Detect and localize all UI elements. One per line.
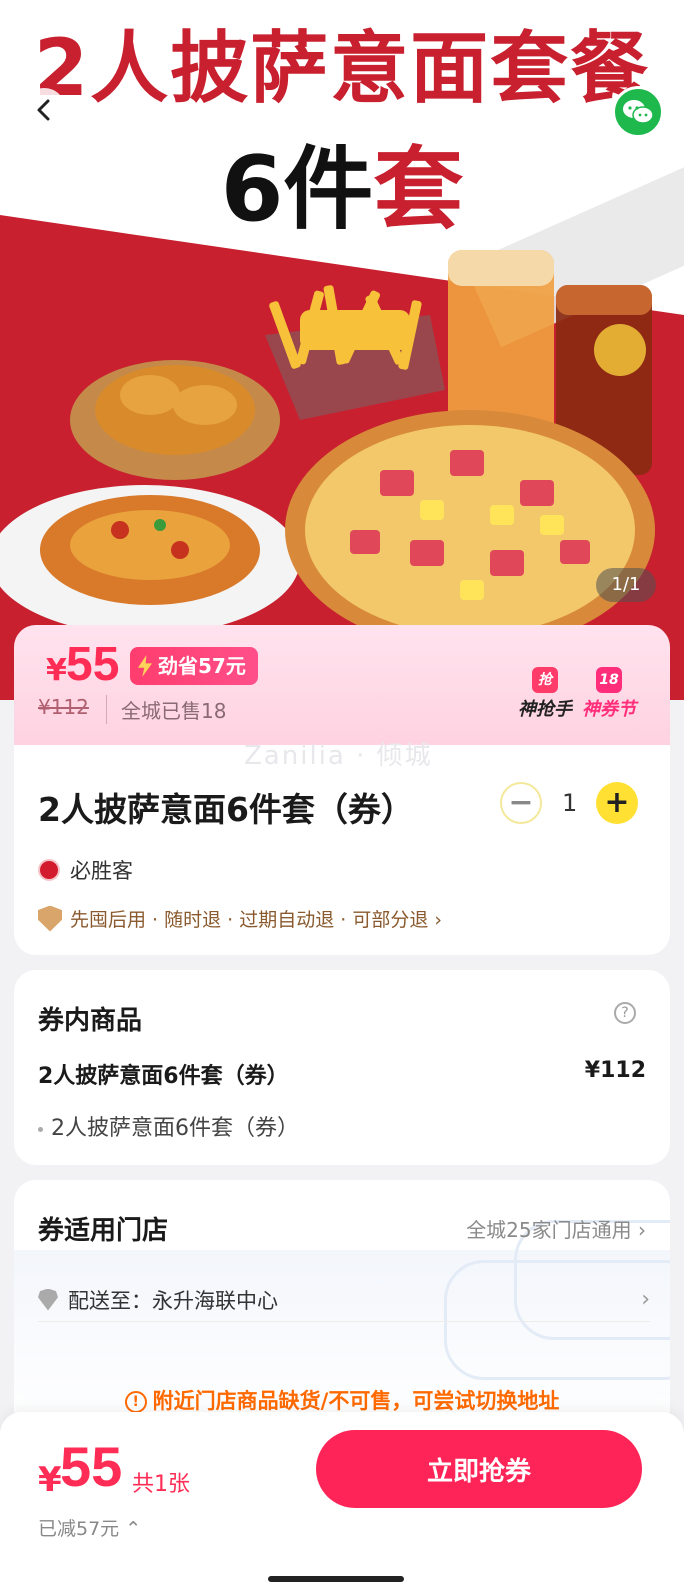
bottom-voucher-count: 共1张 [132, 1472, 190, 1497]
back-button[interactable] [22, 88, 66, 132]
quantity-increase-button[interactable]: + [596, 782, 638, 824]
hero-banner: 2人披萨意面套餐 6件套 1/1 [0, 0, 684, 700]
sold-count: 全城已售18 [106, 695, 226, 724]
brand-row[interactable]: 必胜客 [38, 855, 133, 885]
coupon-18-icon: 18 [596, 667, 622, 693]
price-value: 55 [66, 638, 120, 691]
bottom-saved-detail[interactable]: 已减57元 ⌃ [38, 1514, 141, 1541]
promo-shenquanjie-label: 神券节 [582, 699, 636, 720]
brand-name: 必胜客 [70, 859, 133, 883]
wechat-icon [623, 100, 654, 124]
promo-shenqiangshou-label: 神抢手 [518, 699, 572, 720]
voucher-item-sub-label: 2人披萨意面6件套（券） [51, 1116, 299, 1141]
home-indicator [268, 1576, 404, 1582]
voucher-content-title: 券内商品 [38, 1006, 143, 1036]
stock-warning: ! 附近门店商品缺货/不可售，可尝试切换地址 [14, 1385, 670, 1415]
help-icon[interactable]: ? [614, 1002, 636, 1024]
stores-title: 券适用门店 [38, 1216, 169, 1246]
save-badge-label: 劲省57元 [158, 654, 246, 678]
qiang-icon: 抢 [532, 667, 558, 693]
bottom-action-bar: ¥ 55 共1张 已减57元 ⌃ 立即抢券 [0, 1412, 684, 1596]
save-badge: 劲省57元 [130, 647, 258, 685]
fries [269, 285, 422, 370]
product-card: Zanilia · 倾城 2人披萨意面6件套（券） − 1 + 必胜客 先囤后用… [14, 741, 670, 955]
bottom-price-value: 55 [60, 1435, 123, 1498]
price-card: ¥ 55 劲省57元 ¥112 全城已售18 抢 神抢手 18 神券节 [14, 625, 670, 745]
quantity-decrease-button[interactable]: − [500, 782, 542, 824]
pizza-hut-logo-icon [38, 859, 60, 881]
promo-shenquanjie: 18 神券节 [582, 667, 636, 721]
guarantee-text: 先囤后用 · 随时退 · 过期自动退 · 可部分退 › [70, 909, 442, 931]
cola-ice [556, 285, 652, 315]
stores-card: 券适用门店 全城25家门店通用 › 配送至：永升海联中心 › ! 附近门店商品缺货… [14, 1180, 670, 1440]
stock-warning-text: 附近门店商品缺货/不可售，可尝试切换地址 [152, 1389, 560, 1413]
hero-title-line1: 2人披萨意面套餐 [33, 24, 651, 114]
bottom-price-currency: ¥ [38, 1460, 62, 1500]
food-illustration [0, 250, 655, 630]
voucher-item-sub: 2人披萨意面6件套（券） [38, 1110, 299, 1142]
voucher-content-card: 券内商品 ? 2人披萨意面6件套（券） ¥112 2人披萨意面6件套（券） [14, 970, 670, 1165]
lightning-icon [138, 655, 152, 677]
voucher-item-name: 2人披萨意面6件套（券） [38, 1064, 289, 1089]
watermark: Zanilia · 倾城 [244, 741, 433, 771]
bullet-dot [38, 1126, 43, 1132]
guarantee-row[interactable]: 先囤后用 · 随时退 · 过期自动退 · 可部分退 › [38, 905, 442, 932]
price-currency: ¥ [46, 653, 67, 688]
lemon-slice [594, 324, 646, 376]
chevron-right-icon: › [641, 1287, 650, 1312]
hero-title-part-a: 6件 [220, 137, 374, 242]
chevron-left-icon [37, 99, 50, 121]
delivery-address: 配送至：永升海联中心 [68, 1288, 278, 1313]
delivery-address-row[interactable]: 配送至：永升海联中心 › [38, 1278, 650, 1322]
shield-check-icon [38, 905, 62, 932]
quantity-value: 1 [562, 789, 578, 817]
image-counter: 1/1 [596, 568, 656, 602]
hero-title-line2: 6件套 [0, 145, 684, 235]
warning-icon: ! [124, 1391, 147, 1413]
original-price: ¥112 [38, 695, 89, 719]
voucher-item-price: ¥112 [584, 1058, 646, 1083]
wechat-share-button[interactable] [612, 86, 664, 138]
product-title: 2人披萨意面6件套（券） [38, 790, 414, 829]
iced-tea-ice [448, 250, 554, 286]
location-pin-icon [38, 1288, 58, 1311]
buy-now-button[interactable]: 立即抢券 [316, 1430, 642, 1508]
all-stores-link[interactable]: 全城25家门店通用 › [466, 1214, 646, 1243]
hero-title-part-b: 套 [373, 137, 464, 242]
promo-shenqiangshou: 抢 神抢手 [518, 667, 572, 721]
